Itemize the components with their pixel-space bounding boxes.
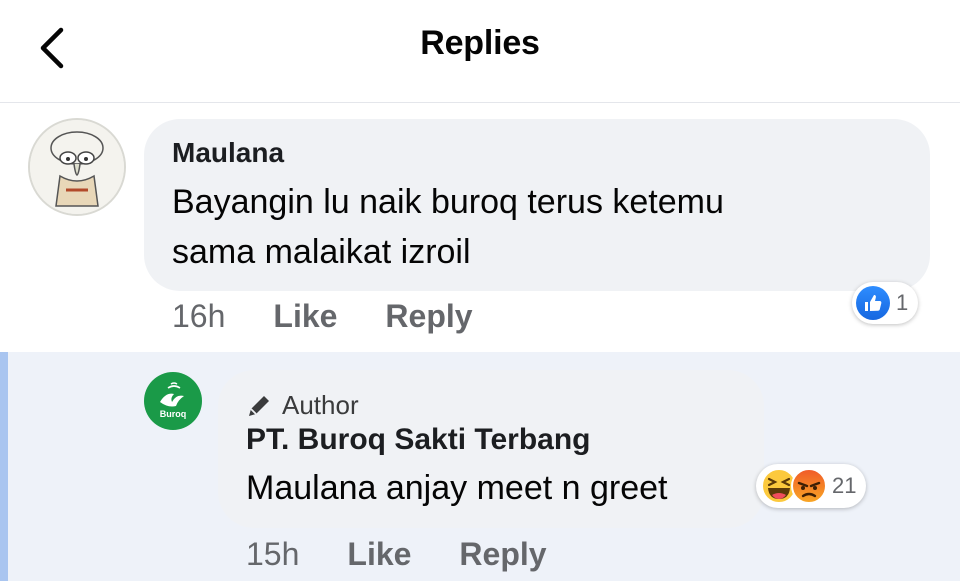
avatar-illustration — [30, 120, 124, 214]
author-badge-label: Author — [282, 390, 359, 420]
reply-button[interactable]: Reply — [459, 536, 546, 573]
buroq-logo-icon — [160, 382, 184, 407]
reply-text: Maulana anjay meet n greet — [246, 469, 668, 507]
reply-bubble[interactable]: Author PT. Buroq Sakti Terbang Maulana a… — [218, 370, 764, 528]
header-bar: Replies — [0, 0, 960, 103]
reply-actions: 15h Like Reply — [246, 536, 547, 573]
like-button[interactable]: Like — [347, 536, 411, 573]
comment-author[interactable]: Maulana — [172, 137, 902, 169]
comment-text-line: sama malaikat izroil — [172, 233, 471, 271]
reply-timestamp[interactable]: 15h — [246, 536, 299, 573]
reply-author[interactable]: PT. Buroq Sakti Terbang — [246, 423, 736, 457]
comment-actions: 16h Like Reply — [172, 298, 473, 335]
reaction-summary[interactable]: 1 — [852, 282, 919, 324]
comment-text-line: Bayangin lu naik buroq terus ketemu — [172, 183, 724, 221]
avatar[interactable]: Buroq — [144, 372, 202, 430]
avatar[interactable] — [28, 118, 126, 216]
reaction-count: 21 — [832, 473, 857, 498]
like-icon — [856, 286, 890, 320]
comment-timestamp[interactable]: 16h — [172, 298, 225, 335]
avatar-logo-text: Buroq — [159, 409, 187, 419]
comment-text: Bayangin lu naik buroq terus ketemu sama… — [172, 177, 902, 277]
reply-button[interactable]: Reply — [385, 298, 472, 335]
thread-indicator — [0, 352, 8, 581]
angry-icon — [791, 468, 827, 504]
comment-bubble[interactable]: Maulana Bayangin lu naik buroq terus ket… — [144, 119, 930, 291]
like-button[interactable]: Like — [273, 298, 337, 335]
reaction-count: 1 — [896, 290, 909, 315]
pencil-icon — [249, 395, 269, 416]
page-title: Replies — [420, 24, 540, 62]
reaction-summary[interactable]: 21 — [756, 464, 867, 508]
author-badge: Author — [246, 390, 736, 421]
